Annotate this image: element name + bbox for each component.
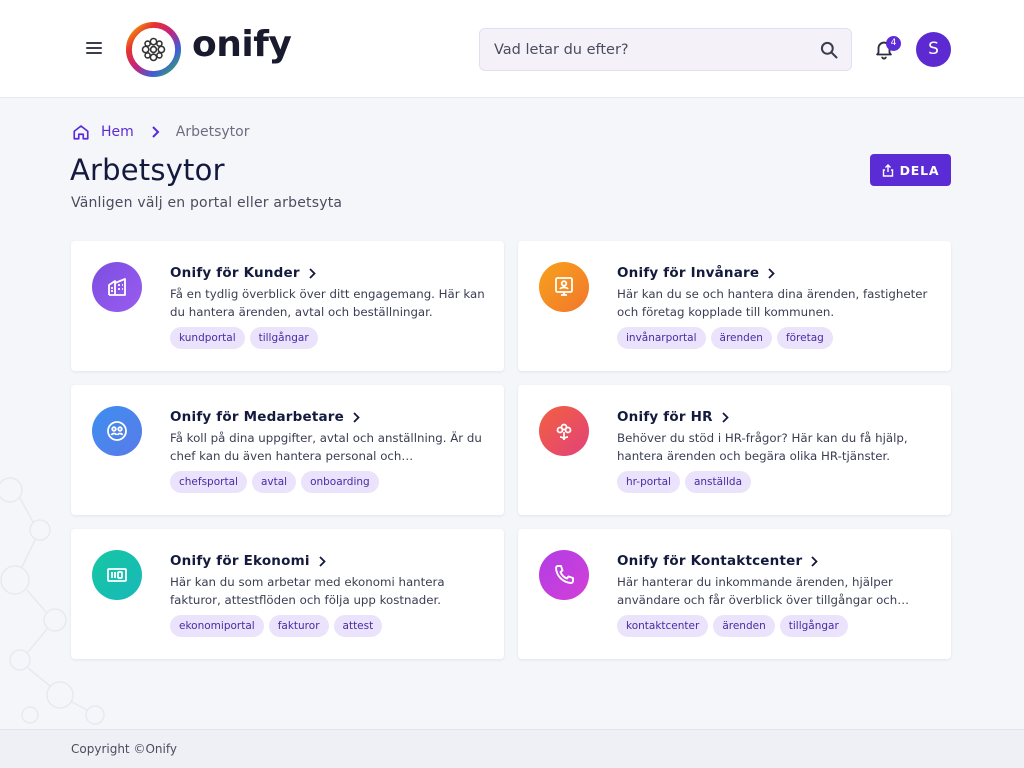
- logo-text: onify: [192, 24, 292, 65]
- tag-chip[interactable]: tillgångar: [779, 615, 848, 637]
- tag-chip[interactable]: avtal: [251, 471, 297, 493]
- copyright-text: Copyright ©Onify: [71, 742, 177, 756]
- chevron-right-icon: [319, 555, 326, 567]
- building-icon: [92, 262, 142, 312]
- card-title-text: Onify för Ekonomi: [170, 553, 310, 569]
- breadcrumb: Hem Arbetsytor: [72, 122, 250, 142]
- share-icon: [882, 163, 893, 177]
- chevron-right-icon: [768, 267, 776, 279]
- page-subtitle: Vänligen välj en portal eller arbetsyta: [71, 195, 343, 211]
- search-input[interactable]: [494, 29, 814, 70]
- footer: Copyright ©Onify: [0, 729, 1024, 768]
- onify-logo-icon: [125, 21, 182, 78]
- tag-chip[interactable]: ärenden: [710, 327, 772, 349]
- tag-chip[interactable]: företag: [776, 327, 833, 349]
- card-tags: ekonomiportal fakturor attest: [170, 615, 383, 637]
- tag-chip[interactable]: kundportal: [170, 327, 245, 349]
- notification-badge: 4: [886, 36, 901, 51]
- breadcrumb-current: Arbetsytor: [175, 124, 250, 140]
- person-board-icon: [539, 262, 589, 312]
- card-description: Få koll på dina uppgifter, avtal och ans…: [170, 431, 482, 463]
- chevron-right-icon: [152, 126, 160, 138]
- card-title[interactable]: Onify för HR: [617, 409, 729, 425]
- tag-chip[interactable]: invånarportal: [617, 327, 706, 349]
- tag-chip[interactable]: ärenden: [713, 615, 775, 637]
- card-tags: kundportal tillgångar: [170, 327, 318, 349]
- card-tags: hr-portal anställda: [617, 471, 752, 493]
- card-description: Här hanterar du inkommande ärenden, hjäl…: [617, 575, 898, 607]
- card-title[interactable]: Onify för Medarbetare: [170, 409, 360, 425]
- card-title-text: Onify för Kunder: [170, 265, 300, 281]
- search-icon[interactable]: [819, 40, 839, 60]
- card-title-text: Onify för HR: [617, 409, 713, 425]
- chevron-right-icon: [722, 411, 729, 423]
- card-title-text: Onify för Invånare: [617, 265, 760, 281]
- tag-chip[interactable]: chefsportal: [170, 471, 247, 493]
- phone-icon: [539, 550, 589, 600]
- card-description: Få en tydlig överblick över ditt engagem…: [170, 287, 485, 319]
- workspace-card[interactable]: Onify för Invånare Här kan du se och hant…: [518, 241, 951, 371]
- card-title[interactable]: Onify för Kontaktcenter: [617, 553, 819, 569]
- workspace-card[interactable]: Onify för Medarbetare Få koll på dina upp…: [71, 385, 504, 515]
- card-tags: chefsportal avtal onboarding: [170, 471, 379, 493]
- top-header: onify 4 S: [0, 0, 1024, 98]
- chevron-right-icon: [353, 411, 360, 423]
- workspace-card[interactable]: Onify för HR Behöver du stöd i HR-frågor?…: [518, 385, 951, 515]
- card-title[interactable]: Onify för Invånare: [617, 265, 776, 281]
- tag-chip[interactable]: onboarding: [301, 471, 379, 493]
- page-title: Arbetsytor: [70, 153, 225, 187]
- chevron-right-icon: [309, 267, 316, 279]
- workspace-card[interactable]: Onify för Kontaktcenter Här hanterar du i…: [518, 529, 951, 659]
- chevron-right-icon: [811, 555, 819, 567]
- card-title[interactable]: Onify för Ekonomi: [170, 553, 326, 569]
- tag-chip[interactable]: kontaktcenter: [617, 615, 709, 637]
- tag-chip[interactable]: anställda: [684, 471, 752, 493]
- card-tags: kontaktcenter ärenden tillgångar: [617, 615, 848, 637]
- home-icon[interactable]: [72, 123, 90, 141]
- share-label: DELA: [899, 162, 940, 178]
- people-circle-icon: [92, 406, 142, 456]
- tag-chip[interactable]: hr-portal: [617, 471, 680, 493]
- card-description: Behöver du stöd i HR-frågor? Här kan du …: [617, 431, 908, 463]
- tag-chip[interactable]: fakturor: [268, 615, 329, 637]
- card-description: Här kan du se och hantera dina ärenden, …: [617, 287, 928, 319]
- tag-chip[interactable]: attest: [333, 615, 383, 637]
- flower-icon: [539, 406, 589, 456]
- card-title[interactable]: Onify för Kunder: [170, 265, 316, 281]
- workspace-card[interactable]: Onify för Kunder Få en tydlig överblick ö…: [71, 241, 504, 371]
- search-bar: [479, 28, 852, 71]
- workspace-card[interactable]: Onify för Ekonomi Här kan du som arbetar …: [71, 529, 504, 659]
- card-description: Här kan du som arbetar med ekonomi hante…: [170, 575, 445, 607]
- tag-chip[interactable]: ekonomiportal: [170, 615, 264, 637]
- money-icon: [92, 550, 142, 600]
- share-button[interactable]: DELA: [870, 154, 951, 186]
- card-tags: invånarportal ärenden företag: [617, 327, 833, 349]
- card-title-text: Onify för Medarbetare: [170, 409, 345, 425]
- tag-chip[interactable]: tillgångar: [249, 327, 318, 349]
- avatar[interactable]: S: [916, 32, 951, 67]
- breadcrumb-home[interactable]: Hem: [101, 124, 134, 140]
- menu-icon[interactable]: [82, 36, 106, 60]
- card-title-text: Onify för Kontaktcenter: [617, 553, 803, 569]
